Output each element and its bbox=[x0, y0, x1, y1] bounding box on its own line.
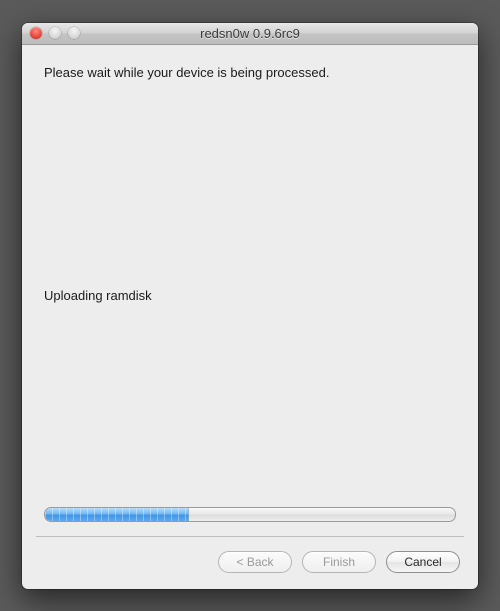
traffic-lights bbox=[30, 27, 80, 39]
back-button: < Back bbox=[218, 551, 292, 573]
close-icon[interactable] bbox=[30, 27, 42, 39]
progress-bar bbox=[44, 507, 456, 522]
cancel-button[interactable]: Cancel bbox=[386, 551, 460, 573]
progress-area bbox=[44, 507, 456, 522]
content-area: Please wait while your device is being p… bbox=[22, 45, 478, 536]
progress-fill bbox=[45, 508, 189, 521]
titlebar[interactable]: redsn0w 0.9.6rc9 bbox=[22, 23, 478, 45]
app-window: redsn0w 0.9.6rc9 Please wait while your … bbox=[22, 23, 478, 589]
instruction-text: Please wait while your device is being p… bbox=[44, 65, 456, 80]
status-text: Uploading ramdisk bbox=[44, 288, 456, 303]
window-title: redsn0w 0.9.6rc9 bbox=[22, 26, 478, 41]
button-row: < Back Finish Cancel bbox=[22, 537, 478, 589]
minimize-icon bbox=[49, 27, 61, 39]
maximize-icon bbox=[68, 27, 80, 39]
finish-button: Finish bbox=[302, 551, 376, 573]
